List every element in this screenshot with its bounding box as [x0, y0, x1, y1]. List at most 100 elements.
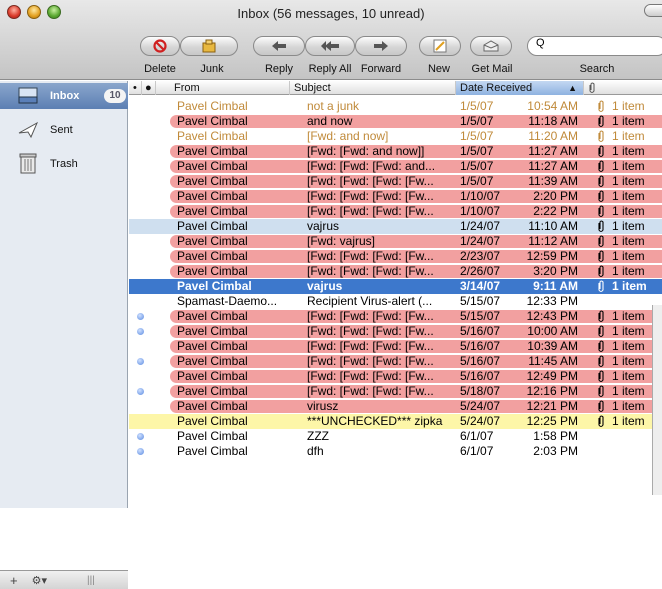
- table-row[interactable]: Pavel Cimbal ***UNCHECKED*** zipka 5/24/…: [129, 414, 662, 429]
- message-date: 2/26/07: [460, 264, 501, 278]
- table-row[interactable]: Pavel Cimbal not a junk 1/5/07 10:54 AM …: [129, 99, 662, 114]
- table-row[interactable]: Pavel Cimbal [Fwd: [Fwd: [Fwd: [Fw... 5/…: [129, 354, 662, 369]
- table-row[interactable]: Pavel Cimbal [Fwd: [Fwd: [Fwd: [Fw... 5/…: [129, 309, 662, 324]
- message-time: 2:20 PM: [533, 189, 578, 203]
- message-attachment-count: 1 item: [612, 249, 645, 263]
- paperclip-icon: [598, 310, 604, 323]
- paperclip-icon: [598, 100, 604, 113]
- table-row[interactable]: Pavel Cimbal and now 1/5/07 11:18 AM 1 i…: [129, 114, 662, 129]
- paperclip-icon: [598, 160, 604, 173]
- message-time: 2:03 PM: [533, 444, 578, 458]
- toolbar-toggle-button[interactable]: [644, 4, 662, 17]
- table-row[interactable]: Pavel Cimbal [Fwd: [Fwd: [Fwd: [Fw... 5/…: [129, 384, 662, 399]
- paperclip-icon: [598, 115, 604, 128]
- forward-button[interactable]: [355, 36, 407, 56]
- paperclip-icon: [598, 370, 604, 383]
- table-row[interactable]: Pavel Cimbal [Fwd: and now] 1/5/07 11:20…: [129, 129, 662, 144]
- paperclip-icon: [598, 145, 604, 158]
- message-date: 2/23/07: [460, 249, 501, 263]
- forward-label: Forward: [360, 63, 402, 75]
- paperclip-icon: [598, 355, 604, 368]
- table-row[interactable]: Pavel Cimbal [Fwd: [Fwd: [Fwd: [Fw... 1/…: [129, 189, 662, 204]
- table-row[interactable]: Pavel Cimbal [Fwd: [Fwd: [Fwd: and... 1/…: [129, 159, 662, 174]
- message-from: Pavel Cimbal: [177, 129, 248, 143]
- table-row[interactable]: Spamast-Daemo... Recipient Virus-alert (…: [129, 294, 662, 309]
- message-subject: [Fwd: [Fwd: [Fwd: [Fw...: [307, 324, 434, 338]
- unread-dot-icon: [137, 433, 144, 440]
- reply-all-button[interactable]: [305, 36, 355, 56]
- column-subject[interactable]: Subject: [290, 81, 456, 95]
- paperclip-icon: [598, 400, 604, 413]
- table-row[interactable]: Pavel Cimbal vajrus 1/24/07 11:10 AM 1 i…: [129, 219, 662, 234]
- table-row[interactable]: Pavel Cimbal virusz 5/24/07 12:21 PM 1 i…: [129, 399, 662, 414]
- message-time: 11:18 AM: [528, 114, 578, 128]
- unread-dot-icon: [137, 448, 144, 455]
- message-subject: [Fwd: [Fwd: [Fwd: [Fw...: [307, 339, 434, 353]
- table-row[interactable]: Pavel Cimbal [Fwd: [Fwd: [Fwd: [Fw... 1/…: [129, 204, 662, 219]
- sidebar-item-trash[interactable]: Trash: [0, 151, 128, 177]
- message-subject: and now: [307, 114, 353, 128]
- resize-handle[interactable]: |||: [87, 575, 95, 586]
- paperclip-icon: [598, 205, 604, 218]
- column-date-received[interactable]: Date Received ▲: [456, 81, 584, 95]
- column-attachments[interactable]: [584, 81, 662, 95]
- message-from: Pavel Cimbal: [177, 369, 248, 383]
- paperclip-icon: [598, 280, 604, 293]
- message-subject: [Fwd: [Fwd: [Fwd: and...: [307, 159, 436, 173]
- paperclip-icon: [598, 175, 604, 188]
- table-row[interactable]: Pavel Cimbal [Fwd: [Fwd: [Fwd: [Fw... 5/…: [129, 324, 662, 339]
- add-mailbox-button[interactable]: +: [10, 573, 18, 588]
- sidebar-item-inbox[interactable]: Inbox 10: [0, 83, 128, 109]
- table-row[interactable]: Pavel Cimbal [Fwd: [Fwd: [Fwd: [Fw... 1/…: [129, 174, 662, 189]
- message-date: 5/16/07: [460, 369, 501, 383]
- message-time: 3:20 PM: [533, 264, 578, 278]
- table-row[interactable]: Pavel Cimbal [Fwd: [Fwd: [Fwd: [Fw... 2/…: [129, 249, 662, 264]
- table-row[interactable]: Pavel Cimbal vajrus 3/14/07 9:11 AM 1 it…: [129, 279, 662, 294]
- delete-icon: [153, 39, 167, 53]
- message-date: 1/24/07: [460, 234, 501, 248]
- table-row[interactable]: Pavel Cimbal ZZZ 6/1/07 1:58 PM: [129, 429, 662, 444]
- message-attachment-count: 1 item: [612, 219, 645, 233]
- action-menu-button[interactable]: ⚙▾: [32, 574, 47, 587]
- message-list-scrollbar[interactable]: [652, 305, 662, 495]
- column-unread[interactable]: •: [129, 81, 142, 95]
- get-mail-icon: [483, 40, 499, 52]
- table-row[interactable]: Pavel Cimbal [Fwd: [Fwd: [Fwd: [Fw... 2/…: [129, 264, 662, 279]
- message-subject: ZZZ: [307, 429, 329, 443]
- column-flag[interactable]: ●: [142, 81, 156, 95]
- get-mail-button[interactable]: [470, 36, 512, 56]
- message-attachment-count: 1 item: [612, 279, 647, 293]
- message-date: 1/5/07: [460, 144, 494, 158]
- sort-arrow-icon: ▲: [568, 83, 577, 93]
- message-subject: Recipient Virus-alert (...: [307, 294, 433, 308]
- message-time: 11:39 AM: [528, 174, 578, 188]
- message-from: Pavel Cimbal: [177, 159, 248, 173]
- junk-button[interactable]: [180, 36, 238, 56]
- message-time: 12:25 PM: [526, 414, 578, 428]
- table-row[interactable]: Pavel Cimbal [Fwd: vajrus] 1/24/07 11:12…: [129, 234, 662, 249]
- reply-button[interactable]: [253, 36, 305, 56]
- column-from[interactable]: From: [156, 81, 290, 95]
- message-attachment-count: 1 item: [612, 204, 645, 218]
- message-date: 1/5/07: [460, 99, 494, 113]
- search-input[interactable]: Q: [527, 36, 662, 56]
- unread-dot-icon: [137, 313, 144, 320]
- table-row[interactable]: Pavel Cimbal [Fwd: [Fwd: [Fwd: [Fw... 5/…: [129, 339, 662, 354]
- message-time: 11:27 AM: [528, 159, 578, 173]
- message-subject: [Fwd: and now]: [307, 129, 389, 143]
- message-subject: [Fwd: [Fwd: [Fwd: [Fw...: [307, 354, 434, 368]
- table-row[interactable]: Pavel Cimbal [Fwd: [Fwd: [Fwd: [Fw... 5/…: [129, 369, 662, 384]
- message-time: 10:39 AM: [527, 339, 578, 353]
- sidebar-item-sent[interactable]: Sent: [0, 117, 128, 143]
- paperclip-icon: [598, 265, 604, 278]
- delete-button[interactable]: [140, 36, 180, 56]
- message-attachment-count: 1 item: [612, 159, 645, 173]
- new-message-button[interactable]: [419, 36, 461, 56]
- message-from: Pavel Cimbal: [177, 249, 248, 263]
- paperclip-icon: [598, 220, 604, 233]
- message-date: 5/16/07: [460, 339, 501, 353]
- paperclip-icon: [598, 340, 604, 353]
- message-attachment-count: 1 item: [612, 114, 645, 128]
- table-row[interactable]: Pavel Cimbal [Fwd: [Fwd: and now]] 1/5/0…: [129, 144, 662, 159]
- table-row[interactable]: Pavel Cimbal dfh 6/1/07 2:03 PM: [129, 444, 662, 459]
